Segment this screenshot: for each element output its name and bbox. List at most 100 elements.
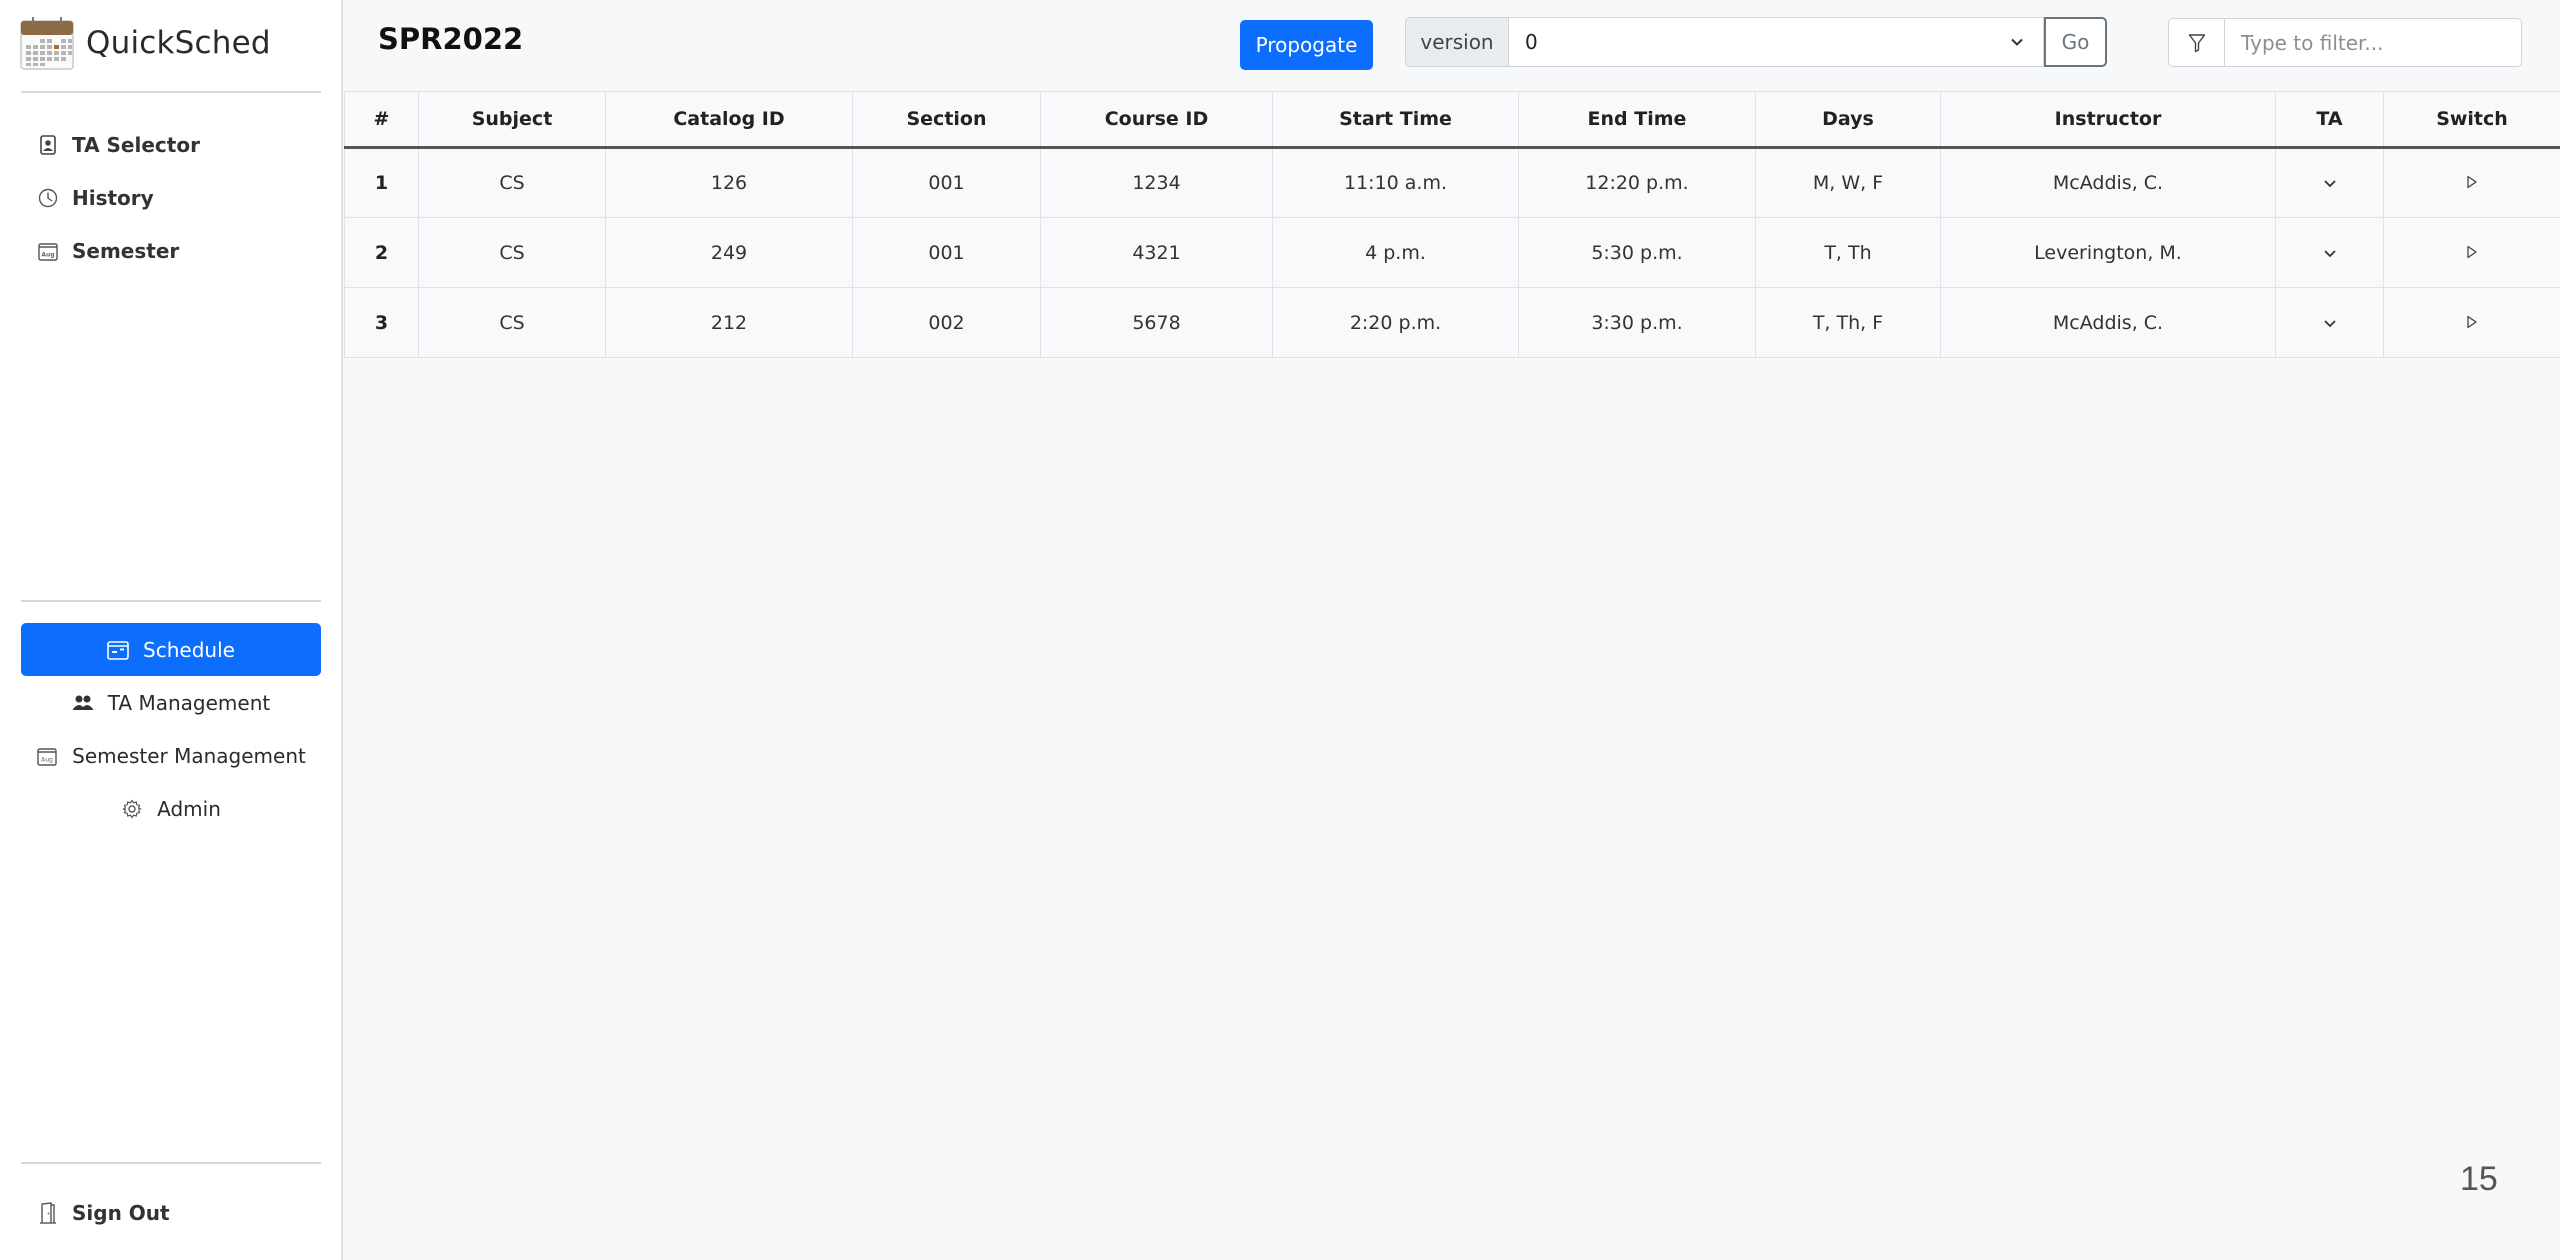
calendar-aug-icon: Aug: [38, 240, 58, 262]
cell-instructor: McAddis, C.: [1940, 287, 2276, 358]
row-number: 2: [344, 217, 419, 288]
person-badge-icon: [38, 134, 58, 156]
version-label: version: [1405, 17, 1508, 67]
chevron-down-icon: [2011, 38, 2023, 46]
column-header-switch[interactable]: Switch: [2383, 91, 2560, 149]
switch-play-icon[interactable]: [2462, 172, 2482, 192]
cell-ta: [2275, 287, 2384, 358]
cell-end-time: 3:30 p.m.: [1518, 287, 1756, 358]
propagate-button[interactable]: Propogate: [1240, 20, 1373, 70]
row-number: 1: [344, 147, 419, 218]
table-row: 1 CS 126 001 1234 11:10 a.m. 12:20 p.m. …: [344, 147, 2560, 218]
sidebar-divider: [21, 91, 321, 93]
cell-end-time: 5:30 p.m.: [1518, 217, 1756, 288]
cell-subject: CS: [418, 217, 606, 288]
column-header-catalog-id[interactable]: Catalog ID: [605, 91, 853, 149]
row-number: 3: [344, 287, 419, 358]
page-number: 15: [2460, 1160, 2498, 1198]
cell-days: T, Th, F: [1755, 287, 1941, 358]
cell-switch: [2383, 147, 2560, 218]
column-header-course-id[interactable]: Course ID: [1040, 91, 1273, 149]
column-header-start-time[interactable]: Start Time: [1272, 91, 1519, 149]
sidebar-item-label: TA Selector: [72, 132, 200, 157]
cell-course-id: 1234: [1040, 147, 1273, 218]
sidebar-item-label: Semester: [72, 238, 180, 263]
sidebar-item-label: Admin: [157, 796, 221, 821]
cell-ta: [2275, 147, 2384, 218]
table-header-row: # Subject Catalog ID Section Course ID S…: [344, 91, 2560, 149]
cell-start-time: 11:10 a.m.: [1272, 147, 1519, 218]
cell-switch: [2383, 287, 2560, 358]
ta-dropdown-chevron-icon[interactable]: [2320, 314, 2340, 334]
calendar-schedule-icon: [107, 639, 129, 661]
cell-section: 002: [852, 287, 1041, 358]
version-selector-group: version 0 Go: [1405, 17, 2107, 67]
version-select[interactable]: 0: [1508, 17, 2044, 67]
cell-switch: [2383, 217, 2560, 288]
sidebar-bottom-nav: Sign Out: [38, 1186, 170, 1239]
table-row: 2 CS 249 001 4321 4 p.m. 5:30 p.m. T, Th…: [344, 217, 2560, 288]
svg-text:Aug: Aug: [41, 251, 54, 258]
sidebar-item-schedule[interactable]: Schedule: [21, 623, 321, 676]
switch-play-icon[interactable]: [2462, 312, 2482, 332]
cell-subject: CS: [418, 287, 606, 358]
sign-out-button[interactable]: Sign Out: [38, 1186, 170, 1239]
table-row: 3 CS 212 002 5678 2:20 p.m. 3:30 p.m. T,…: [344, 287, 2560, 358]
cell-days: M, W, F: [1755, 147, 1941, 218]
calendar-aug-icon: Aug: [36, 745, 58, 767]
cell-catalog-id: 126: [605, 147, 853, 218]
filter-input[interactable]: [2225, 19, 2521, 66]
sidebar-item-ta-management[interactable]: TA Management: [21, 676, 321, 729]
column-header-end-time[interactable]: End Time: [1518, 91, 1756, 149]
filter-icon-box: [2169, 19, 2225, 66]
cell-catalog-id: 249: [605, 217, 853, 288]
ta-dropdown-chevron-icon[interactable]: [2320, 244, 2340, 264]
sidebar-item-semester[interactable]: Aug Semester: [38, 224, 200, 277]
funnel-icon: [2188, 33, 2205, 52]
people-icon: [72, 692, 94, 714]
column-header-ta[interactable]: TA: [2275, 91, 2384, 149]
sidebar-item-label: TA Management: [107, 690, 271, 715]
ta-dropdown-chevron-icon[interactable]: [2320, 174, 2340, 194]
brand[interactable]: QuickSched: [20, 15, 271, 71]
gear-icon: [121, 798, 143, 820]
column-header-instructor[interactable]: Instructor: [1940, 91, 2276, 149]
column-header-days[interactable]: Days: [1755, 91, 1941, 149]
schedule-table-wrapper: # Subject Catalog ID Section Course ID S…: [344, 91, 2560, 358]
sidebar-item-admin[interactable]: Admin: [21, 782, 321, 835]
cell-start-time: 2:20 p.m.: [1272, 287, 1519, 358]
sidebar-item-ta-selector[interactable]: TA Selector: [38, 118, 200, 171]
cell-days: T, Th: [1755, 217, 1941, 288]
sidebar-top-nav: TA Selector History Aug Semester: [38, 118, 200, 277]
page-title: SPR2022: [378, 22, 524, 56]
version-select-value: 0: [1525, 30, 1538, 54]
cell-course-id: 4321: [1040, 217, 1273, 288]
go-button[interactable]: Go: [2044, 17, 2107, 67]
sidebar: QuickSched TA Selector History Aug Semes…: [0, 0, 343, 1260]
sidebar-item-label: Schedule: [143, 637, 235, 662]
sidebar-item-label: History: [72, 185, 154, 210]
sign-out-label: Sign Out: [72, 1200, 170, 1225]
schedule-table: # Subject Catalog ID Section Course ID S…: [344, 91, 2560, 358]
door-icon: [38, 1201, 58, 1224]
cell-instructor: Leverington, M.: [1940, 217, 2276, 288]
cell-section: 001: [852, 217, 1041, 288]
calendar-logo-icon: [20, 17, 74, 70]
sidebar-item-semester-management[interactable]: Aug Semester Management: [21, 729, 321, 782]
clock-icon: [38, 187, 58, 209]
column-header-num[interactable]: #: [344, 91, 419, 149]
sidebar-item-history[interactable]: History: [38, 171, 200, 224]
sidebar-item-label: Semester Management: [72, 743, 306, 768]
column-header-section[interactable]: Section: [852, 91, 1041, 149]
cell-course-id: 5678: [1040, 287, 1273, 358]
switch-play-icon[interactable]: [2462, 242, 2482, 262]
column-header-subject[interactable]: Subject: [418, 91, 606, 149]
cell-end-time: 12:20 p.m.: [1518, 147, 1756, 218]
sidebar-main-nav: Schedule TA Management Aug Semester Mana…: [21, 623, 321, 835]
sidebar-divider: [21, 1162, 321, 1164]
app-name: QuickSched: [86, 25, 271, 61]
cell-catalog-id: 212: [605, 287, 853, 358]
sidebar-divider: [21, 600, 321, 602]
cell-start-time: 4 p.m.: [1272, 217, 1519, 288]
cell-subject: CS: [418, 147, 606, 218]
